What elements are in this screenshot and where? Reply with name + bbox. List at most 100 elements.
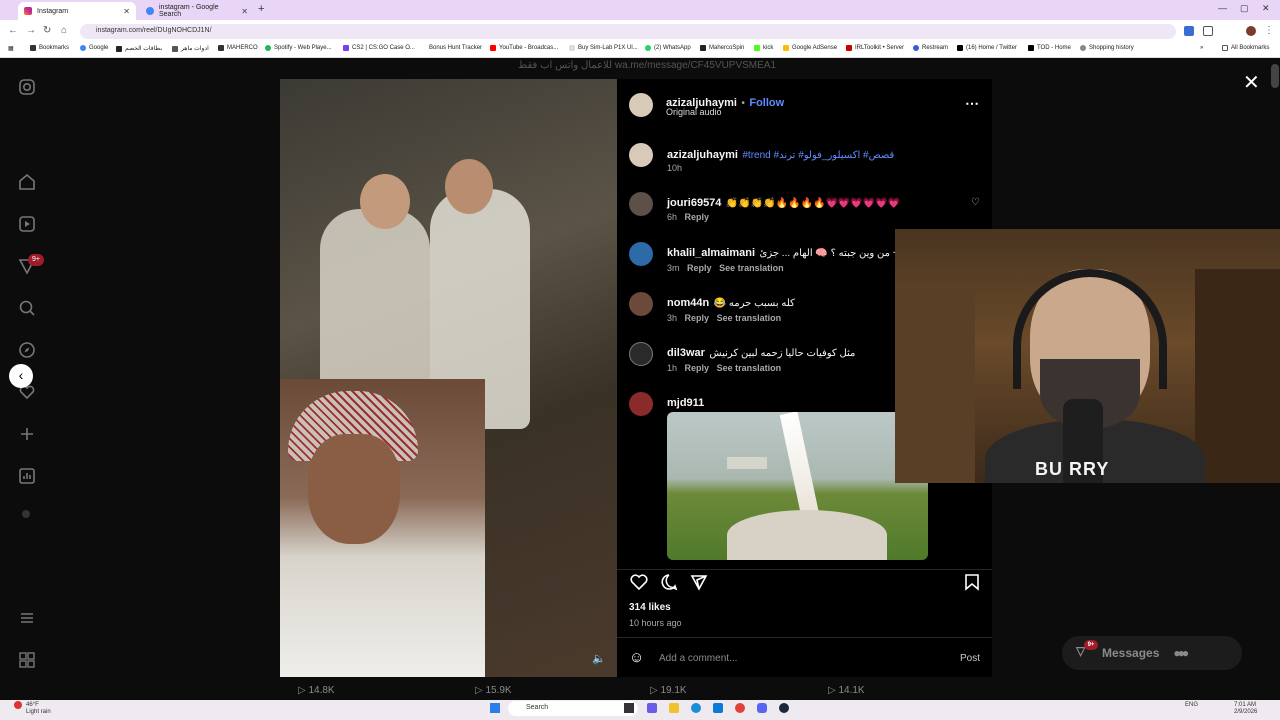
minimize-button[interactable]: — — [1218, 3, 1227, 13]
close-tab-icon[interactable]: ✕ — [123, 7, 130, 16]
reply-button[interactable]: Reply — [685, 313, 710, 323]
weather-desc[interactable]: Light rain — [26, 709, 51, 715]
back-button[interactable]: ← — [8, 25, 18, 36]
bookmark-item[interactable]: (16) Home / Twitter — [957, 45, 1017, 51]
author-avatar[interactable] — [629, 93, 653, 117]
search-icon[interactable] — [17, 298, 37, 318]
more-bookmarks-chevron-icon[interactable]: » — [1200, 45, 1203, 51]
previous-post-chevron-icon[interactable]: ‹ — [9, 364, 33, 388]
bookmark-item[interactable]: Bookmarks — [30, 45, 69, 51]
comment-avatar[interactable] — [629, 192, 653, 216]
bookmark-item[interactable]: TOD - Home — [1028, 45, 1071, 51]
edge-icon[interactable] — [691, 703, 701, 713]
bookmark-item[interactable]: Spotify - Web Playe... — [265, 45, 332, 51]
maximize-button[interactable]: ▢ — [1240, 3, 1249, 14]
share-icon[interactable] — [689, 572, 709, 592]
caption-hashtags[interactable]: #trend #قصص# اكسيلور_فولو# ترند — [742, 150, 894, 161]
weather-icon[interactable] — [14, 701, 22, 709]
scrollbar[interactable] — [1271, 64, 1279, 88]
new-tab-button[interactable]: + — [258, 3, 264, 15]
comment-avatar[interactable] — [629, 242, 653, 266]
create-plus-icon[interactable] — [17, 424, 37, 444]
all-bookmarks[interactable]: All Bookmarks — [1222, 45, 1269, 51]
add-comment-input[interactable]: Add a comment... — [659, 653, 737, 664]
bookmark-item[interactable]: Buy Sim-Lab P1X Ul... — [569, 45, 638, 51]
home-button[interactable]: ⌂ — [61, 25, 67, 36]
bookmark-item[interactable]: Restream — [913, 45, 948, 51]
messages-button[interactable]: ▽ 9+ Messages ●●● — [1062, 636, 1242, 670]
reel-video[interactable]: 🔈 — [280, 79, 617, 677]
post-comment-button[interactable]: Post — [960, 653, 980, 664]
emoji-icon[interactable]: ☺ — [629, 649, 644, 666]
profile-avatar[interactable] — [22, 510, 30, 518]
discord-icon[interactable] — [757, 703, 767, 713]
bookmark-item[interactable]: IRLToolkit • Server — [846, 45, 904, 51]
windows-start-icon[interactable] — [490, 703, 500, 713]
comment-username[interactable]: nom44n — [667, 297, 709, 309]
bookmark-item[interactable]: Bonus Hunt Tracker — [420, 45, 482, 51]
close-icon[interactable]: ✕ — [1243, 70, 1260, 95]
comment-image-gif[interactable] — [667, 412, 928, 560]
audio-label[interactable]: Original audio — [666, 107, 722, 117]
weather-temp[interactable]: 46°F — [26, 702, 39, 708]
comment-username[interactable]: khalil_almaimani — [667, 247, 755, 259]
extensions-puzzle-icon[interactable] — [1203, 26, 1213, 36]
see-translation-button[interactable]: See translation — [717, 313, 782, 323]
task-view-icon[interactable] — [624, 703, 634, 713]
profile-avatar[interactable] — [1246, 26, 1256, 36]
also-from-meta-icon[interactable] — [17, 650, 37, 670]
comment-username[interactable]: dil3war — [667, 347, 705, 359]
see-translation-button[interactable]: See translation — [717, 363, 782, 373]
comment-avatar[interactable] — [629, 392, 653, 416]
chrome-icon[interactable] — [735, 703, 745, 713]
like-comment-heart-icon[interactable]: ♡ — [971, 197, 980, 208]
clock-time[interactable]: 7:01 AM — [1234, 702, 1256, 708]
comment-bubble-icon[interactable] — [659, 572, 679, 592]
follow-button[interactable]: Follow — [749, 97, 784, 109]
reels-icon[interactable] — [17, 214, 37, 234]
app-icon[interactable] — [647, 703, 657, 713]
bookmark-item[interactable]: MAHERCO — [218, 45, 258, 51]
bookmark-item[interactable]: Google AdSense — [783, 45, 837, 51]
bookmark-item[interactable]: CS2 | CS:GO Case O... — [343, 45, 415, 51]
bookmark-item[interactable]: بطاقات الخصم — [116, 45, 162, 52]
reload-button[interactable]: ↻ — [43, 25, 51, 36]
close-window-button[interactable]: ✕ — [1262, 3, 1270, 14]
forward-button[interactable]: → — [26, 25, 36, 36]
tab-google-search[interactable]: instagram - Google Search ✕ — [140, 2, 254, 20]
instagram-logo-icon[interactable] — [17, 77, 37, 97]
like-heart-icon[interactable] — [629, 572, 649, 592]
comment-avatar[interactable] — [629, 292, 653, 316]
close-tab-icon[interactable]: ✕ — [241, 7, 248, 16]
bookmark-item[interactable]: Google — [80, 45, 108, 51]
address-bar[interactable]: instagram.com/reel/DUgNOHCDJ1N/ — [80, 24, 1176, 39]
caption-avatar[interactable] — [629, 143, 653, 167]
reply-button[interactable]: Reply — [687, 263, 712, 273]
store-icon[interactable] — [713, 703, 723, 713]
caption-username[interactable]: azizaljuhaymi — [667, 149, 738, 161]
apps-icon[interactable]: ▦ — [8, 45, 14, 52]
comment-avatar[interactable] — [629, 342, 653, 366]
see-translation-button[interactable]: See translation — [719, 263, 784, 273]
volume-icon[interactable]: 🔈 — [592, 652, 606, 665]
bookmark-item[interactable]: ادوات ماهر — [172, 45, 209, 52]
bookmark-item[interactable]: kick — [754, 45, 773, 51]
more-options-icon[interactable]: ⋯ — [965, 95, 979, 112]
comment-username[interactable]: mjd911 — [667, 397, 704, 409]
steam-icon[interactable] — [779, 703, 789, 713]
reply-button[interactable]: Reply — [685, 212, 710, 222]
menu-icon[interactable]: ⋮ — [1264, 25, 1274, 36]
home-icon[interactable] — [17, 172, 37, 192]
bookmark-item[interactable]: YouTube - Broadcas... — [490, 45, 558, 51]
comment-username[interactable]: jouri69574 — [667, 197, 721, 209]
bookmark-item[interactable]: (2) WhatsApp — [645, 45, 691, 51]
extension-icon[interactable] — [1184, 26, 1194, 36]
dashboard-icon[interactable] — [17, 466, 37, 486]
likes-count[interactable]: 314 likes — [629, 602, 671, 613]
save-bookmark-icon[interactable] — [963, 572, 981, 592]
bookmark-item[interactable]: Shopping history — [1080, 45, 1134, 51]
tab-instagram[interactable]: Instagram ✕ — [18, 2, 136, 20]
more-menu-icon[interactable] — [17, 608, 37, 628]
language-indicator[interactable]: ENG — [1185, 702, 1198, 708]
file-explorer-icon[interactable] — [669, 703, 679, 713]
